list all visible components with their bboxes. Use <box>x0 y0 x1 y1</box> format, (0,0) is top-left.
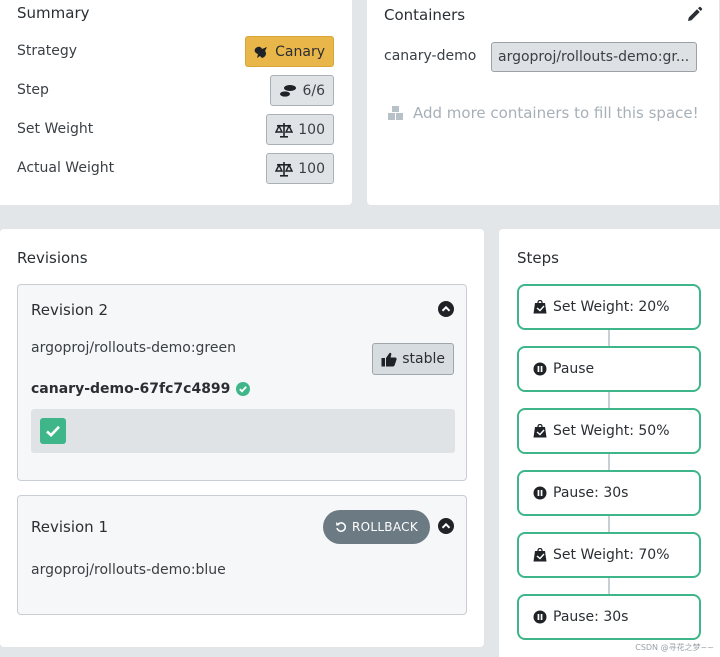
step-pause[interactable]: Pause <box>517 346 701 392</box>
check-circle-icon <box>236 382 251 396</box>
balance-scale-icon <box>275 161 294 177</box>
weight-icon <box>533 548 547 562</box>
stable-badge: stable <box>372 343 454 375</box>
shoe-prints-icon <box>280 84 297 97</box>
weight-icon <box>533 424 547 438</box>
step-label: Pause: 30s <box>553 609 629 625</box>
expand-toggle-button[interactable] <box>438 518 454 534</box>
strategy-label: Strategy <box>17 43 77 59</box>
strategy-value: Canary <box>275 43 325 60</box>
step-value: 6/6 <box>302 82 325 99</box>
containers-title: Containers <box>384 6 466 24</box>
replicaset-name: canary-demo-67fc7c4899 <box>31 381 251 397</box>
watermark: CSDN @寻花之梦~~ <box>635 643 714 652</box>
stable-label: stable <box>402 351 445 367</box>
collapse-toggle-button[interactable] <box>438 301 454 317</box>
set-weight-label: Set Weight <box>17 121 94 137</box>
step-connector <box>608 392 610 408</box>
weight-icon <box>533 300 547 314</box>
add-more-text: Add more containers to fill this space! <box>413 104 699 122</box>
actual-weight-value: 100 <box>298 160 325 177</box>
step-label: Set Weight: 50% <box>553 423 670 439</box>
step-connector <box>608 516 610 532</box>
revision-card-2: Revision 2 argoproj/rollouts-demo:green … <box>17 284 467 481</box>
replicaset-label: canary-demo-67fc7c4899 <box>31 381 231 397</box>
step-pause-30s[interactable]: Pause: 30s <box>517 594 701 640</box>
step-badge: 6/6 <box>270 75 334 106</box>
strategy-badge: Canary <box>245 36 334 67</box>
revision-image: argoproj/rollouts-demo:blue <box>31 562 226 578</box>
step-connector <box>608 454 610 470</box>
actual-weight-badge: 100 <box>266 153 334 184</box>
container-name: canary-demo <box>384 48 477 64</box>
summary-panel: Summary Strategy Canary Step 6/6 Set Wei… <box>0 0 352 205</box>
pod-status-healthy[interactable] <box>40 418 66 444</box>
containers-panel: Containers canary-demo argoproj/rollouts… <box>367 0 719 205</box>
canary-bird-icon <box>254 46 268 58</box>
boxes-icon <box>388 106 403 120</box>
revision-title: Revision 2 <box>31 301 108 319</box>
pencil-icon[interactable] <box>685 6 703 24</box>
thumbs-up-icon <box>381 352 397 366</box>
step-pause-30s[interactable]: Pause: 30s <box>517 470 701 516</box>
step-set-weight-70[interactable]: Set Weight: 70% <box>517 532 701 578</box>
rollback-button[interactable]: ROLLBACK <box>322 510 430 544</box>
actual-weight-label: Actual Weight <box>17 160 115 176</box>
revisions-panel: Revisions Revision 2 argoproj/rollouts-d… <box>0 229 484 647</box>
step-label: Set Weight: 20% <box>553 299 670 315</box>
chevron-up-icon <box>441 305 451 312</box>
pause-icon <box>533 486 547 500</box>
step-set-weight-50[interactable]: Set Weight: 50% <box>517 408 701 454</box>
step-label: Pause: 30s <box>553 485 629 501</box>
step-set-weight-20[interactable]: Set Weight: 20% <box>517 284 701 330</box>
revision-image: argoproj/rollouts-demo:green <box>31 340 236 356</box>
add-more-hint: Add more containers to fill this space! <box>387 104 699 122</box>
revision-card-1: Revision 1 ROLLBACK argoproj/rollouts-de… <box>17 495 467 615</box>
step-label: Set Weight: 70% <box>553 547 670 563</box>
revisions-title: Revisions <box>17 249 88 267</box>
pause-icon <box>533 362 547 376</box>
chevron-up-icon <box>441 522 451 529</box>
set-weight-value: 100 <box>298 121 325 138</box>
check-icon <box>46 425 60 438</box>
set-weight-badge: 100 <box>266 114 334 145</box>
step-label: Pause <box>553 361 595 377</box>
step-label: Step <box>17 82 49 98</box>
balance-scale-icon <box>275 122 294 138</box>
pod-row <box>31 409 455 453</box>
step-connector <box>608 578 610 594</box>
summary-title: Summary <box>17 4 90 22</box>
step-connector <box>608 330 610 346</box>
rollback-label: ROLLBACK <box>351 520 418 534</box>
undo-icon <box>335 522 346 532</box>
steps-panel: Steps Set Weight: 20% Pause Set Weight: … <box>499 229 720 657</box>
pause-icon <box>533 610 547 624</box>
revision-title: Revision 1 <box>31 518 108 536</box>
steps-title: Steps <box>517 249 559 267</box>
container-image-input[interactable]: argoproj/rollouts-demo:gr... <box>491 42 697 72</box>
